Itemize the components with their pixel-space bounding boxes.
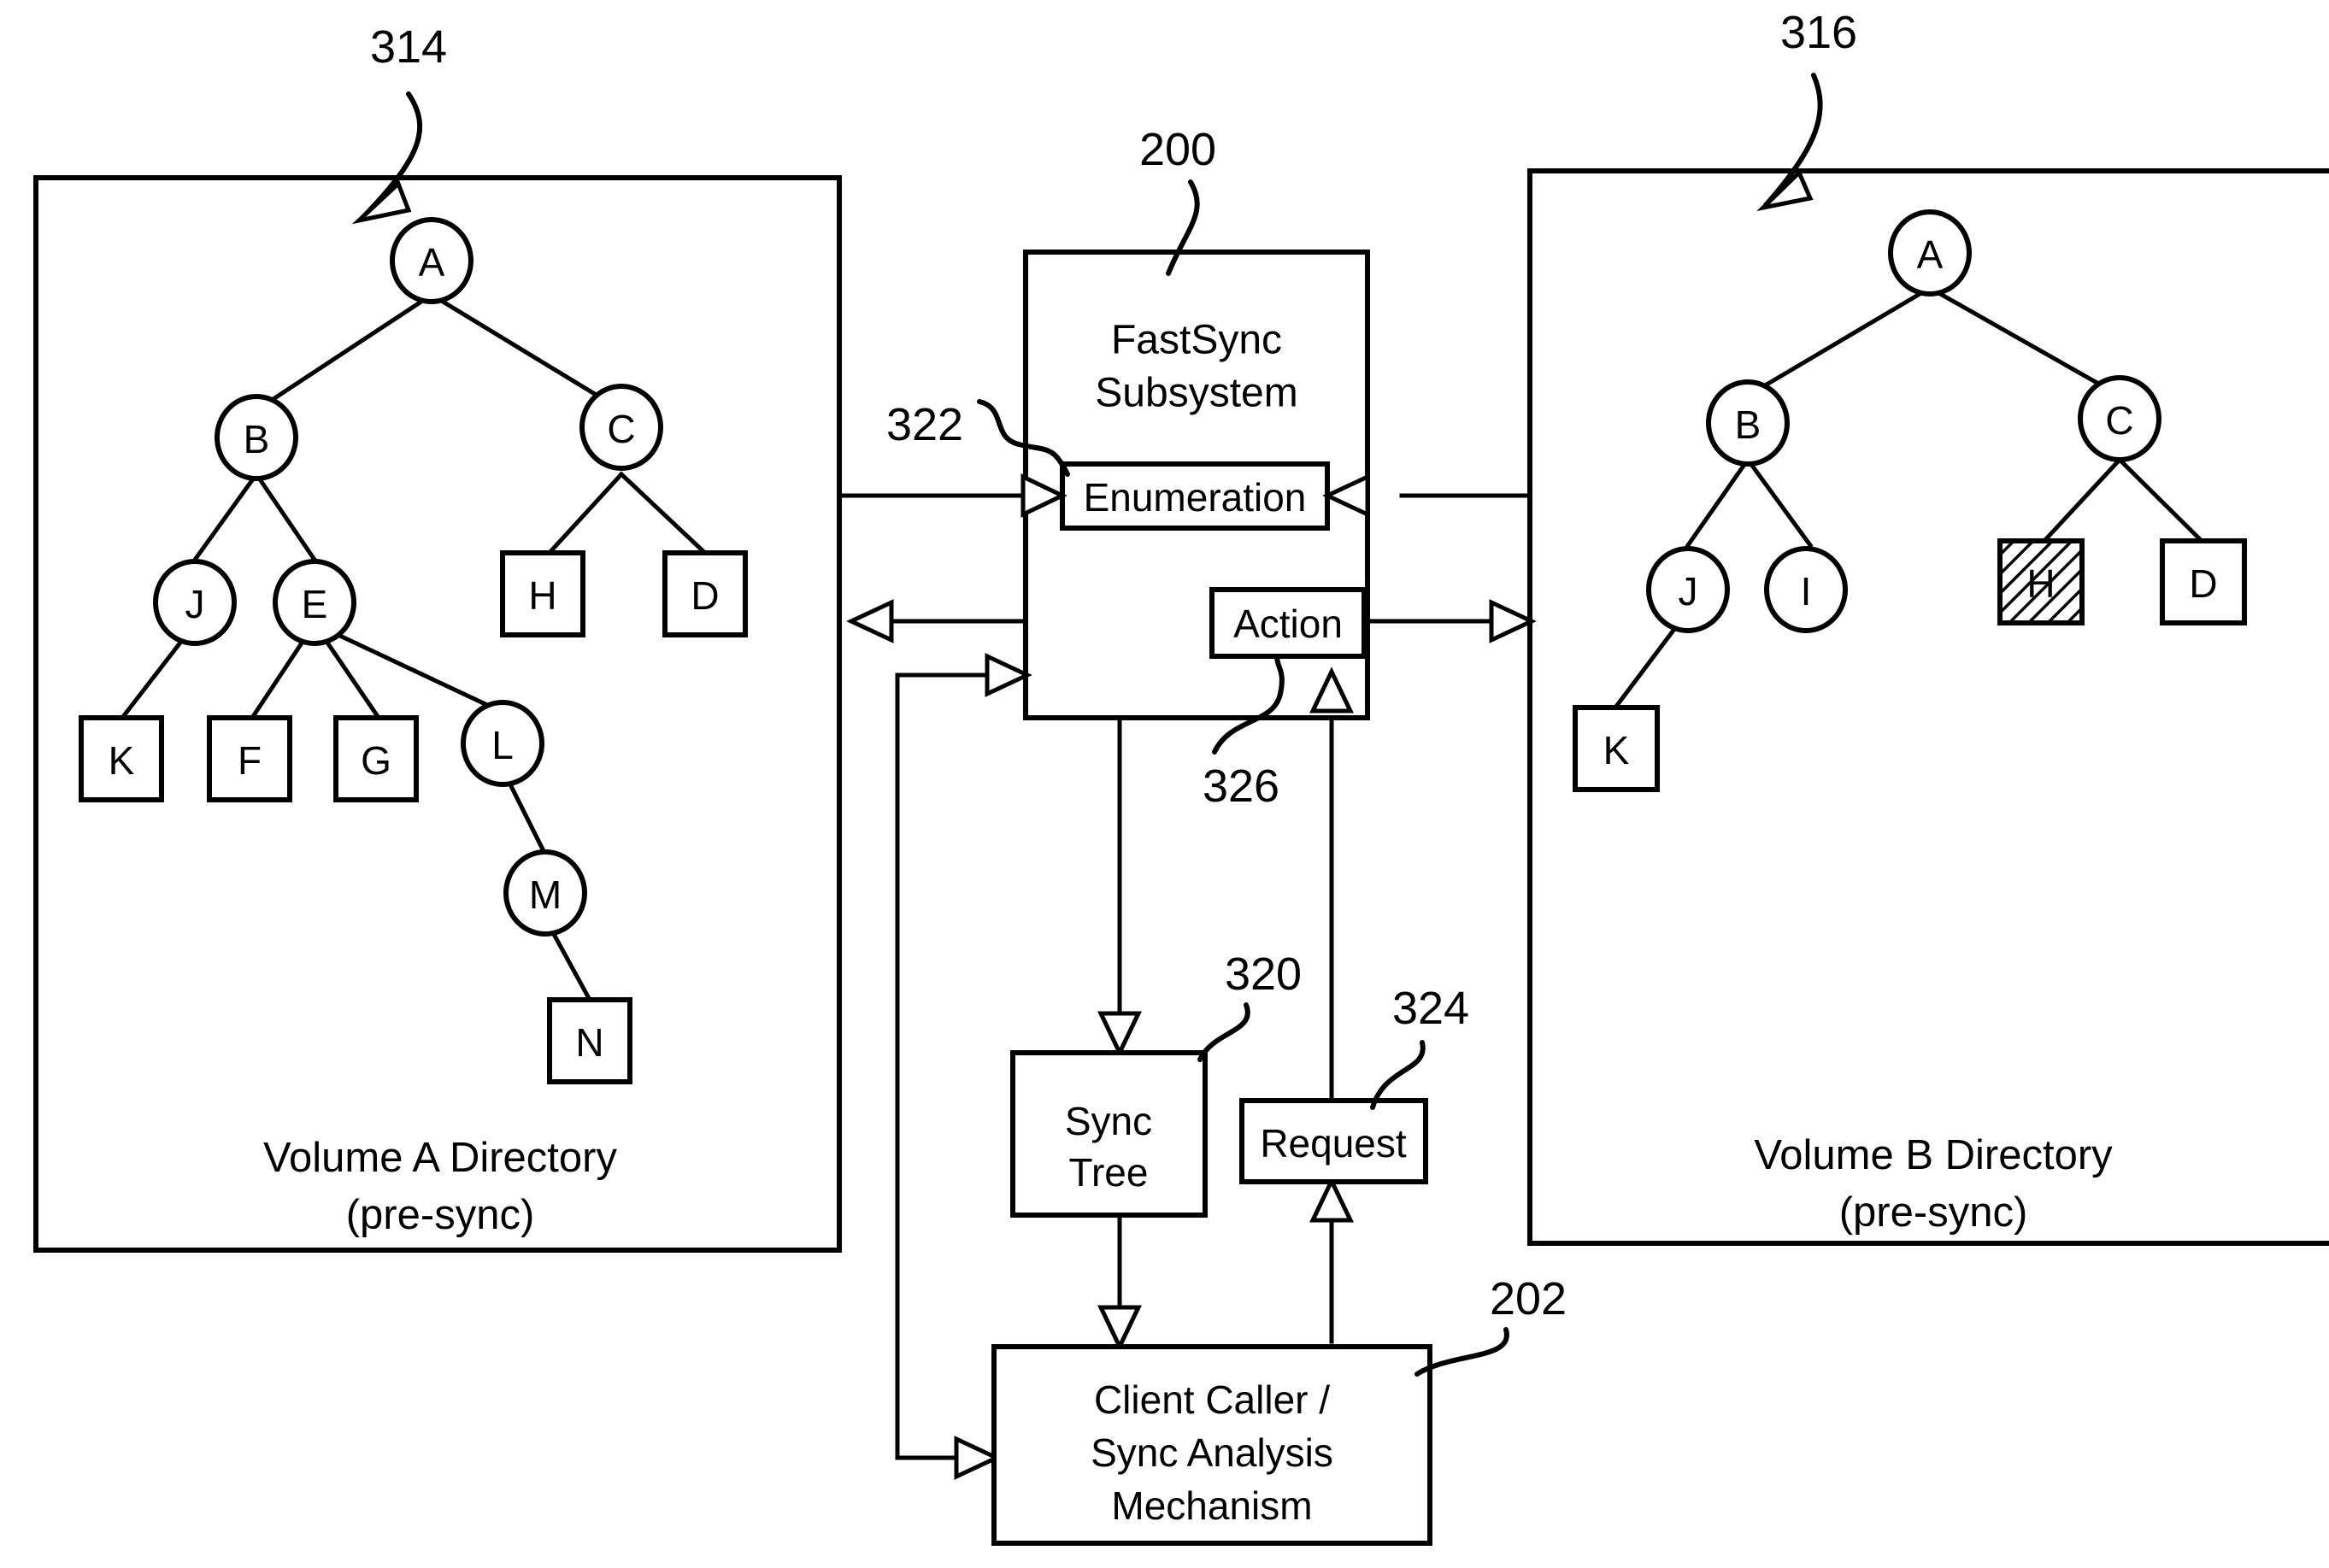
client-caller-label-line3: Mechanism	[1111, 1483, 1312, 1528]
arrow-action-out-left	[846, 599, 894, 643]
node-d-label: D	[691, 573, 719, 618]
volume-a-panel: A B C J E H D K F G L M N Volume A Direc…	[33, 175, 842, 1253]
volume-a-label-line1: Volume A Directory	[263, 1135, 617, 1181]
client-caller-label-line2: Sync Analysis	[1091, 1430, 1333, 1475]
volume-b-label-line2: (pre-sync)	[1839, 1189, 2028, 1236]
node-b-j-label: J	[1679, 569, 1698, 614]
node-m-label: M	[529, 872, 562, 917]
action-label: Action	[1233, 602, 1343, 646]
node-n-label: N	[575, 1020, 603, 1065]
patent-figure: A B C J E H D K F G L M N Volume A Direc…	[0, 0, 2329, 1568]
arrow-sync-tree-to-client	[1097, 1305, 1142, 1352]
volume-a-label-line2: (pre-sync)	[346, 1192, 535, 1238]
ref-314-label: 314	[370, 21, 447, 73]
ref-320: 320	[1197, 948, 1302, 1062]
ref-322-label: 322	[886, 399, 963, 450]
arrow-into-sync-tree	[1097, 1011, 1142, 1058]
ref-200-label: 200	[1139, 124, 1216, 175]
node-a-label: A	[419, 240, 445, 285]
node-f-label: F	[238, 738, 262, 783]
volume-b-label-line1: Volume B Directory	[1754, 1132, 2113, 1178]
node-j-label: J	[185, 582, 205, 626]
node-b-label: B	[244, 417, 270, 461]
node-e-label: E	[302, 582, 328, 626]
node-k-label: K	[109, 738, 135, 783]
volume-a-panel-border	[33, 175, 842, 1253]
ref-202-label: 202	[1490, 1273, 1567, 1324]
ref-320-label: 320	[1225, 948, 1302, 1000]
node-h-label: H	[528, 573, 556, 618]
ref-202: 202	[1414, 1273, 1567, 1377]
sync-tree-label-line1: Sync	[1065, 1099, 1152, 1143]
arrow-action-out-right	[1489, 599, 1537, 643]
fastsync-title-line2: Subsystem	[1095, 371, 1297, 416]
sync-tree-label-line2: Tree	[1069, 1150, 1149, 1195]
ref-324-label: 324	[1392, 983, 1469, 1034]
node-l-label: L	[491, 723, 514, 767]
ref-324: 324	[1370, 983, 1469, 1110]
ref-316-label: 316	[1780, 7, 1857, 58]
node-b-a-label: A	[1917, 232, 1944, 277]
request-label: Request	[1260, 1121, 1407, 1166]
enumeration-label: Enumeration	[1084, 475, 1307, 520]
diagram-canvas: A B C J E H D K F G L M N Volume A Direc…	[33, 7, 2329, 1546]
arrow-loop-into-client	[954, 1436, 1002, 1480]
node-g-label: G	[361, 738, 391, 783]
node-b-k-label: K	[1603, 728, 1630, 772]
node-b-d-label: D	[2189, 561, 2217, 606]
node-b-h-label: H	[2026, 561, 2055, 606]
fastsync-title-line1: FastSync	[1111, 318, 1282, 363]
node-b-c-label: C	[2105, 398, 2133, 443]
node-b-i-label: I	[1801, 569, 1812, 614]
node-b-b-label: B	[1735, 402, 1761, 447]
node-c-label: C	[607, 407, 635, 451]
ref-326-label: 326	[1203, 761, 1279, 812]
arrow-client-to-request	[1309, 1176, 1354, 1223]
arrow-loop-into-subsystem	[985, 653, 1032, 697]
volume-b-panel: A B C J I H D K Volume B Directory (pre-…	[1527, 168, 2329, 1246]
client-caller-label-line1: Client Caller /	[1094, 1377, 1330, 1422]
